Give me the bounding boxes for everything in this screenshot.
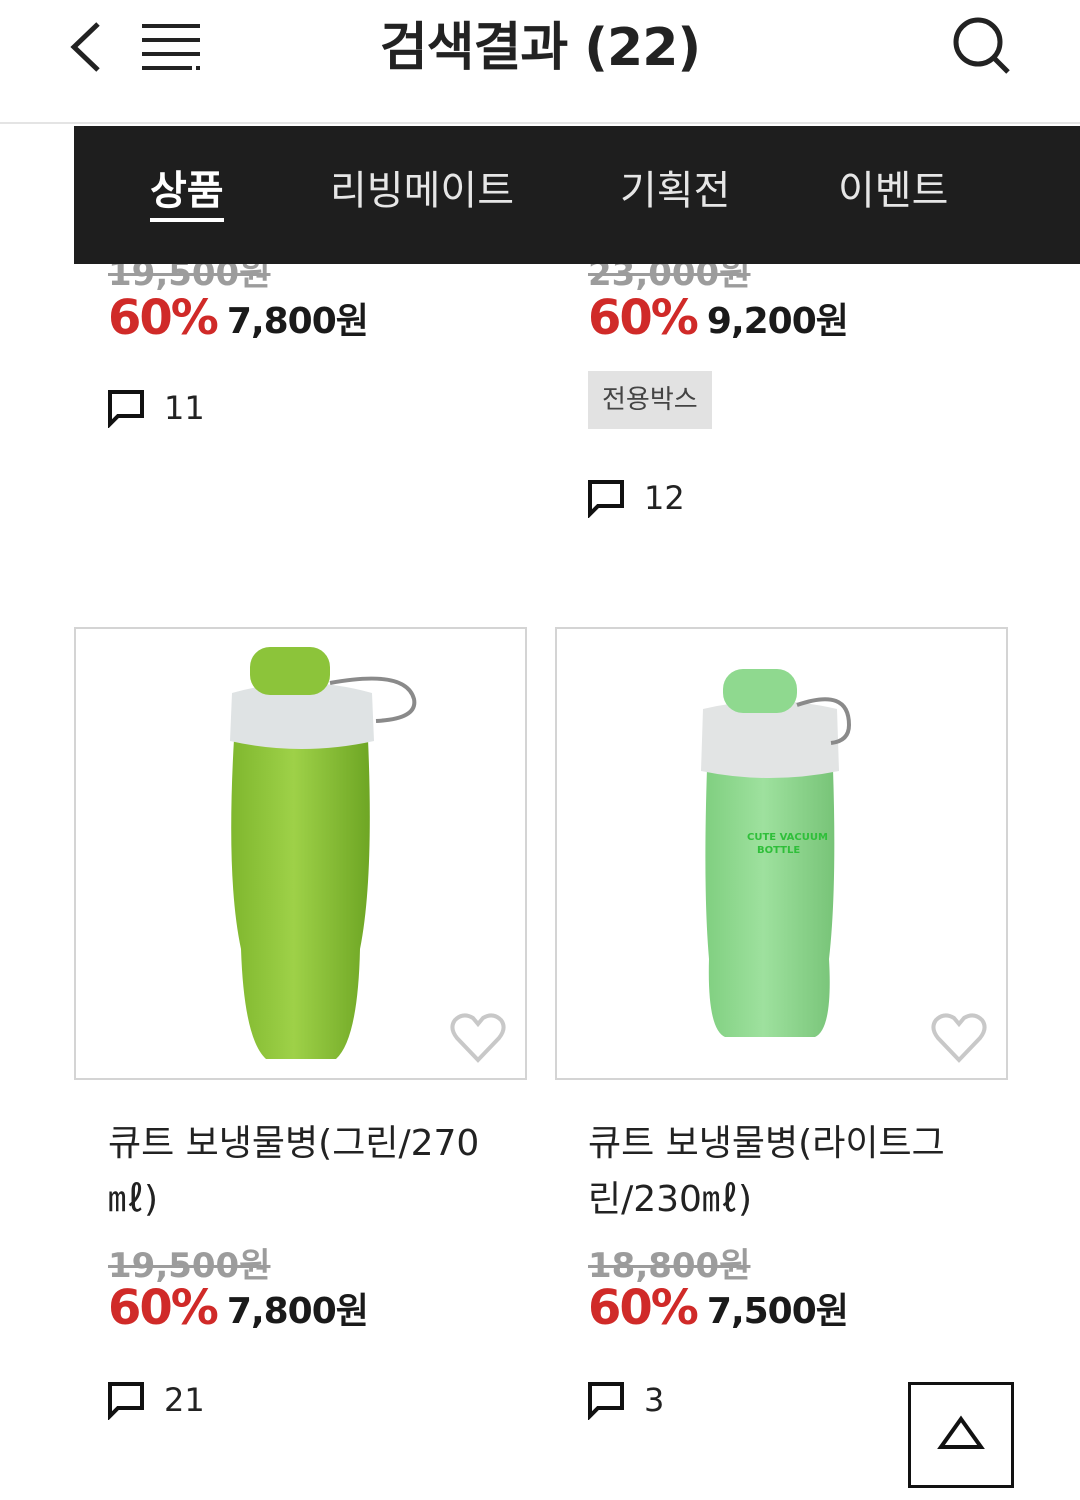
price-row: 60% 7,800원 bbox=[108, 290, 369, 350]
search-icon bbox=[953, 17, 1010, 74]
wishlist-button[interactable] bbox=[449, 1010, 507, 1064]
tab-promotions[interactable]: 기획전 bbox=[620, 126, 730, 264]
tab-events[interactable]: 이벤트 bbox=[838, 126, 948, 264]
price-row: 60% 7,800원 bbox=[108, 1280, 369, 1340]
heart-icon bbox=[450, 1013, 506, 1063]
tab-label: 리빙메이트 bbox=[330, 168, 514, 214]
tab-living-mate[interactable]: 리빙메이트 bbox=[330, 126, 514, 264]
comment-icon bbox=[108, 1382, 144, 1420]
comment-icon bbox=[108, 390, 144, 428]
triangle-up-icon bbox=[937, 1415, 985, 1449]
bottle-print-line2: BOTTLE bbox=[757, 845, 800, 856]
tab-label: 기획전 bbox=[620, 168, 731, 214]
sale-price: 7,800원 bbox=[226, 301, 369, 342]
tab-products[interactable]: 상품 bbox=[150, 126, 224, 264]
tab-label: 상품 bbox=[150, 168, 224, 214]
bottle-print-line1: CUTE VACUUM bbox=[747, 832, 828, 843]
comment-icon bbox=[588, 1382, 624, 1420]
category-tab-bar: 상품 리빙메이트 기획전 이벤트 bbox=[74, 126, 1080, 264]
price-row: 60% 7,500원 bbox=[588, 1280, 849, 1340]
sale-price: 9,200원 bbox=[706, 301, 849, 342]
price-row: 60% 9,200원 bbox=[588, 290, 849, 350]
review-count-value: 11 bbox=[164, 389, 205, 427]
discount-rate: 60% bbox=[108, 290, 219, 346]
search-button[interactable] bbox=[944, 12, 1018, 82]
review-count[interactable]: 11 bbox=[106, 388, 205, 432]
discount-rate: 60% bbox=[588, 1280, 699, 1336]
scroll-to-top-button[interactable] bbox=[908, 1382, 1014, 1488]
comment-icon bbox=[588, 480, 624, 518]
discount-rate: 60% bbox=[588, 290, 699, 346]
review-count-value: 21 bbox=[164, 1381, 205, 1419]
heart-icon bbox=[931, 1013, 987, 1063]
review-count[interactable]: 21 bbox=[106, 1380, 205, 1424]
review-count-value: 3 bbox=[644, 1381, 665, 1419]
review-count-value: 12 bbox=[644, 479, 685, 517]
sale-price: 7,800원 bbox=[226, 1291, 369, 1332]
page-title: 검색결과 (22) bbox=[379, 18, 701, 78]
sale-price: 7,500원 bbox=[706, 1291, 849, 1332]
product-name[interactable]: 큐트 보냉물병(라이트그린/230㎖) bbox=[588, 1116, 988, 1228]
product-name[interactable]: 큐트 보냉물병(그린/270㎖) bbox=[108, 1116, 508, 1228]
product-image[interactable]: CUTE VACUUM BOTTLE bbox=[555, 627, 1008, 1080]
review-count[interactable]: 3 bbox=[586, 1380, 664, 1424]
review-count[interactable]: 12 bbox=[586, 478, 685, 522]
top-header: 검색결과 (22) bbox=[0, 0, 1080, 124]
active-tab-underline bbox=[150, 218, 224, 222]
discount-rate: 60% bbox=[108, 1280, 219, 1336]
wishlist-button[interactable] bbox=[930, 1010, 988, 1064]
gift-box-badge: 전용박스 bbox=[588, 371, 712, 429]
tab-label: 이벤트 bbox=[838, 168, 949, 214]
product-image[interactable] bbox=[74, 627, 527, 1080]
